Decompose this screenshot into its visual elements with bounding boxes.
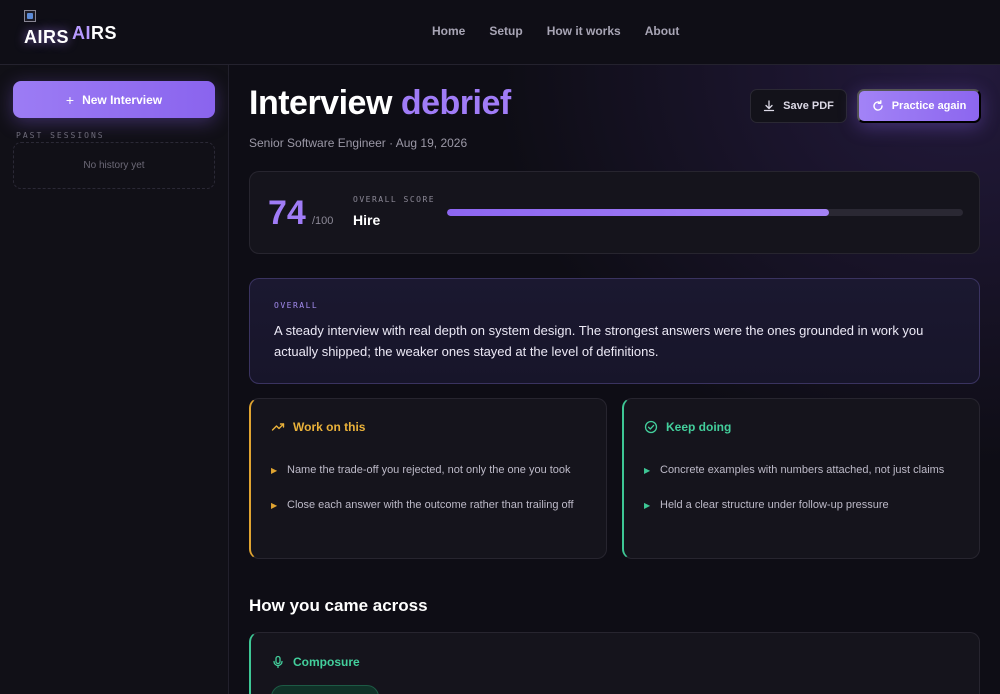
trending-up-icon — [271, 420, 285, 434]
triangle-right-icon: ▶ — [644, 466, 651, 475]
score-label: OVERALL SCORE — [353, 195, 436, 204]
page-subtitle: Senior Software Engineer · Aug 19, 2026 — [249, 136, 468, 150]
composure-title: Composure — [293, 655, 360, 669]
overall-text: A steady interview with real depth on sy… — [274, 323, 924, 359]
work-on-item-text: Close each answer with the outcome rathe… — [287, 499, 574, 511]
title-main: Interview — [249, 84, 392, 122]
score-card: 74 /100 OVERALL SCORE Hire — [249, 171, 980, 254]
new-interview-label: New Interview — [82, 92, 163, 107]
work-on-this-title: Work on this — [293, 420, 366, 434]
score-value: 74 — [268, 194, 306, 232]
work-on-this-header: Work on this — [271, 420, 365, 434]
overall-summary-card: OVERALL A steady interview with real dep… — [249, 278, 980, 384]
score-progress-bar — [447, 209, 963, 216]
download-icon — [763, 100, 775, 112]
work-on-this-list: ▶ Name the trade-off you rejected, not on… — [271, 461, 591, 531]
nav-link-about[interactable]: About — [645, 24, 680, 38]
plus-icon: + — [65, 91, 75, 108]
composure-badge — [271, 685, 379, 694]
list-item: ▶ Concrete examples with numbers attached… — [644, 461, 964, 480]
nav-link-how-it-works[interactable]: How it works — [547, 24, 621, 38]
overall-label: OVERALL — [274, 301, 319, 310]
keep-doing-item-text: Concrete examples with numbers attached,… — [660, 464, 945, 476]
keep-doing-item-text: Held a clear structure under follow-up p… — [660, 499, 889, 511]
list-item: ▶ Name the trade-off you rejected, not on… — [271, 461, 591, 480]
page-title: Interview debrief — [249, 84, 511, 123]
check-circle-icon — [644, 420, 658, 434]
composure-card: Composure — [249, 632, 980, 694]
nav-link-home[interactable]: Home — [432, 24, 465, 38]
nav-link-setup[interactable]: Setup — [489, 24, 522, 38]
score-max: /100 — [312, 215, 334, 227]
refresh-icon — [872, 100, 884, 112]
composure-header: Composure — [271, 655, 360, 669]
save-pdf-label: Save PDF — [783, 100, 834, 112]
new-interview-button[interactable]: + New Interview — [13, 81, 215, 118]
score-verdict: Hire — [353, 212, 381, 228]
main-nav: Home Setup How it works About — [432, 24, 703, 38]
broken-image-icon — [24, 10, 36, 22]
brand-logo[interactable]: AIRS AIRS — [24, 10, 134, 50]
keep-doing-header: Keep doing — [644, 420, 731, 434]
practice-again-button[interactable]: Practice again — [857, 89, 981, 123]
history-empty-state: No history yet — [13, 142, 215, 189]
brand-name: AIRS — [72, 23, 117, 44]
triangle-right-icon: ▶ — [271, 501, 278, 510]
keep-doing-card: Keep doing ▶ Concrete examples with numbe… — [622, 398, 980, 559]
sidebar: + New Interview PAST SESSIONS No history… — [0, 65, 229, 694]
brand-name-suffix: RS — [91, 23, 118, 43]
keep-doing-title: Keep doing — [666, 420, 732, 434]
main-content: Interview debrief Senior Software Engine… — [229, 65, 1000, 694]
microphone-icon — [271, 655, 285, 669]
past-sessions-label: PAST SESSIONS — [16, 131, 105, 140]
logo-alt-text: AIRS — [24, 27, 70, 47]
brand-name-prefix: AI — [72, 23, 91, 43]
score-progress-fill — [447, 209, 829, 216]
title-accent: debrief — [400, 84, 511, 122]
triangle-right-icon: ▶ — [644, 501, 651, 510]
keep-doing-list: ▶ Concrete examples with numbers attached… — [644, 461, 964, 531]
work-on-this-card: Work on this ▶ Name the trade-off you rej… — [249, 398, 607, 559]
list-item: ▶ Held a clear structure under follow-up … — [644, 496, 964, 515]
save-pdf-button[interactable]: Save PDF — [750, 89, 847, 123]
triangle-right-icon: ▶ — [271, 466, 278, 475]
came-across-heading: How you came across — [249, 596, 428, 615]
work-on-item-text: Name the trade-off you rejected, not onl… — [287, 464, 571, 476]
practice-again-label: Practice again — [891, 100, 967, 112]
list-item: ▶ Close each answer with the outcome rath… — [271, 496, 591, 515]
top-navigation-bar: AIRS AIRS Home Setup How it works About — [0, 0, 1000, 65]
